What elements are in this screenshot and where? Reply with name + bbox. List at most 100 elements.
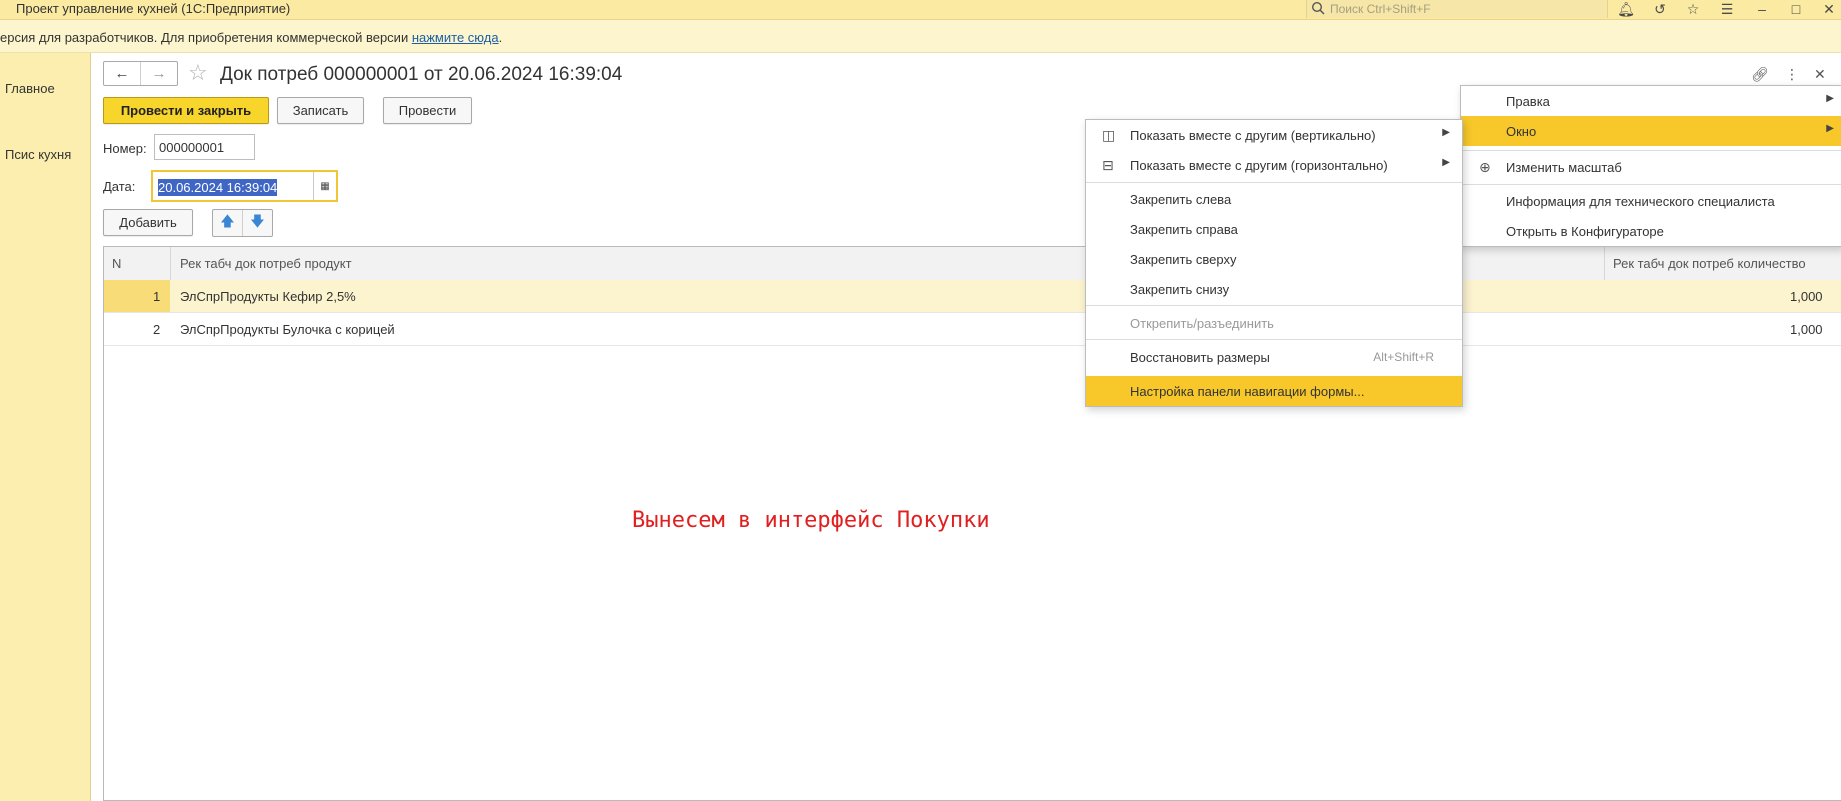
menu-item-unpin: Открепить/разъединить (1086, 308, 1462, 338)
menu-item-show-vertical[interactable]: ◫ Показать вместе с другим (вертикально)… (1086, 120, 1462, 150)
column-quantity[interactable]: Рек табч док потреб количество (1613, 256, 1806, 271)
annotation-text: Вынесем в интерфейс Покупки (632, 508, 990, 533)
app-title: Проект управление кухней (1С:Предприятие… (16, 1, 291, 16)
row-quantity: 1,000 (1790, 289, 1823, 304)
menu-item-restore-size[interactable]: Восстановить размеры Alt+Shift+R (1086, 342, 1462, 372)
menu-item-label: Открыть в Конфигураторе (1506, 224, 1664, 239)
menu-item-label: Закрепить справа (1130, 222, 1238, 237)
menu-separator (1461, 150, 1841, 151)
save-button[interactable]: Записать (277, 97, 364, 124)
section-panel: Главное Псис кухня (0, 53, 91, 801)
menu-item-show-horizontal[interactable]: ⊟ Показать вместе с другим (горизонтальн… (1086, 150, 1462, 180)
menu-item-label: Закрепить снизу (1130, 282, 1230, 297)
menu-item-label: Показать вместе с другим (горизонтально) (1130, 158, 1388, 173)
split-horizontal-icon: ⊟ (1102, 157, 1114, 173)
move-down-icon[interactable]: 🡇 (242, 210, 272, 236)
menu-item-label: Закрепить слева (1130, 192, 1232, 207)
bell-icon[interactable]: 🔔︎ (1615, 0, 1637, 18)
section-kitchen[interactable]: Псис кухня (5, 147, 71, 162)
menu-item-edit[interactable]: Правка ▶ (1461, 86, 1841, 116)
menu-item-label: Открепить/разъединить (1130, 316, 1274, 331)
row-number: 1 (153, 289, 161, 304)
submenu-arrow-icon: ▶ (1826, 93, 1834, 104)
window-submenu: ◫ Показать вместе с другим (вертикально)… (1085, 119, 1463, 407)
menu-icon[interactable]: ☰ (1716, 0, 1738, 18)
menu-item-nav-panel-settings[interactable]: Настройка панели навигации формы... (1086, 376, 1462, 406)
post-button[interactable]: Провести (383, 97, 472, 124)
calendar-icon[interactable]: ▦ (313, 172, 336, 200)
split-vertical-icon: ◫ (1102, 127, 1116, 143)
row-number: 2 (153, 322, 161, 337)
menu-item-pin-bottom[interactable]: Закрепить снизу (1086, 274, 1462, 304)
info-message: ерсия для разработчиков. Для приобретени… (0, 30, 502, 45)
column-n[interactable]: N (112, 256, 121, 271)
back-icon[interactable]: ← (104, 62, 140, 85)
submenu-arrow-icon: ▶ (1826, 123, 1834, 134)
menu-item-label: Закрепить сверху (1130, 252, 1237, 267)
menu-item-label: Окно (1506, 124, 1537, 139)
number-label: Номер: (103, 141, 147, 156)
search-icon (1311, 1, 1325, 15)
menu-item-label: Показать вместе с другим (вертикально) (1130, 128, 1376, 143)
menu-item-zoom[interactable]: ⊕ Изменить масштаб (1461, 152, 1841, 182)
menu-separator (1086, 182, 1462, 183)
table-row[interactable]: 2 ЭлСпрПродукты Булочка с корицей 1,000 (104, 313, 1841, 346)
number-value: 000000001 (159, 140, 225, 155)
star-icon[interactable]: ☆ (1682, 0, 1704, 18)
column-divider (170, 247, 171, 280)
row-product: ЭлСпрПродукты Булочка с корицей (180, 322, 395, 337)
date-field[interactable]: 20.06.2024 16:39:04 ▦ (151, 170, 338, 202)
column-divider (1604, 247, 1605, 280)
form-close-icon[interactable]: ✕ (1814, 66, 1826, 83)
menu-item-label: Изменить масштаб (1506, 160, 1622, 175)
menu-item-label: Информация для технического специалиста (1506, 194, 1775, 209)
close-icon[interactable]: ✕ (1818, 0, 1840, 18)
row-product: ЭлСпрПродукты Кефир 2,5% (180, 289, 356, 304)
number-field[interactable]: 000000001 (154, 134, 255, 160)
menu-shortcut: Alt+Shift+R (1373, 350, 1434, 364)
history-icon[interactable]: ↺ (1649, 0, 1671, 18)
menu-item-label: Настройка панели навигации формы... (1130, 384, 1365, 399)
move-buttons: 🡅 🡇 (212, 209, 273, 237)
move-up-icon[interactable]: 🡅 (213, 210, 242, 236)
date-label: Дата: (103, 179, 136, 194)
maximize-icon[interactable]: □ (1785, 0, 1807, 18)
table-header: N Рек табч док потреб продукт Рек табч д… (104, 247, 1841, 281)
submenu-arrow-icon: ▶ (1442, 127, 1450, 138)
title-bar: Проект управление кухней (1С:Предприятие… (0, 0, 1841, 20)
link-icon[interactable]: 🔗︎ (1751, 66, 1769, 83)
menu-item-pin-top[interactable]: Закрепить сверху (1086, 244, 1462, 274)
section-main[interactable]: Главное (5, 81, 55, 96)
info-text: ерсия для разработчиков. Для приобретени… (0, 30, 412, 45)
form-title: Док потреб 000000001 от 20.06.2024 16:39… (220, 64, 623, 85)
menu-item-window[interactable]: Окно ▶ (1461, 116, 1841, 146)
main-menu: Правка ▶ Окно ▶ ⊕ Изменить масштаб Инфор… (1460, 85, 1841, 247)
add-button[interactable]: Добавить (103, 209, 193, 236)
submenu-arrow-icon: ▶ (1442, 157, 1450, 168)
search-box[interactable]: Поиск Ctrl+Shift+F (1306, 0, 1608, 18)
post-and-close-button[interactable]: Провести и закрыть (103, 97, 269, 124)
menu-item-pin-right[interactable]: Закрепить справа (1086, 214, 1462, 244)
favorite-star-icon[interactable]: ☆ (188, 60, 208, 86)
table-row[interactable]: 1 ЭлСпрПродукты Кефир 2,5% 1,000 (104, 280, 1841, 313)
menu-item-label: Восстановить размеры (1130, 350, 1270, 365)
menu-separator (1461, 184, 1841, 185)
menu-item-label: Правка (1506, 94, 1550, 109)
date-value: 20.06.2024 16:39:04 (158, 179, 278, 196)
menu-separator (1086, 305, 1462, 306)
search-placeholder: Поиск Ctrl+Shift+F (1330, 2, 1431, 16)
info-suffix: . (498, 30, 503, 45)
info-bar: ерсия для разработчиков. Для приобретени… (0, 20, 1841, 53)
more-icon[interactable]: ⋮ (1785, 66, 1799, 83)
menu-item-configurator[interactable]: Открыть в Конфигураторе (1461, 216, 1841, 246)
minimize-icon[interactable]: – (1751, 0, 1773, 18)
zoom-icon: ⊕ (1479, 159, 1491, 175)
info-link[interactable]: нажмите сюда (412, 30, 499, 45)
forward-icon[interactable]: → (140, 62, 177, 85)
column-product[interactable]: Рек табч док потреб продукт (180, 256, 352, 271)
menu-item-pin-left[interactable]: Закрепить слева (1086, 184, 1462, 214)
menu-separator (1086, 339, 1462, 340)
row-quantity: 1,000 (1790, 322, 1823, 337)
menu-item-tech-info[interactable]: Информация для технического специалиста (1461, 186, 1841, 216)
nav-buttons: ← → (103, 61, 178, 86)
